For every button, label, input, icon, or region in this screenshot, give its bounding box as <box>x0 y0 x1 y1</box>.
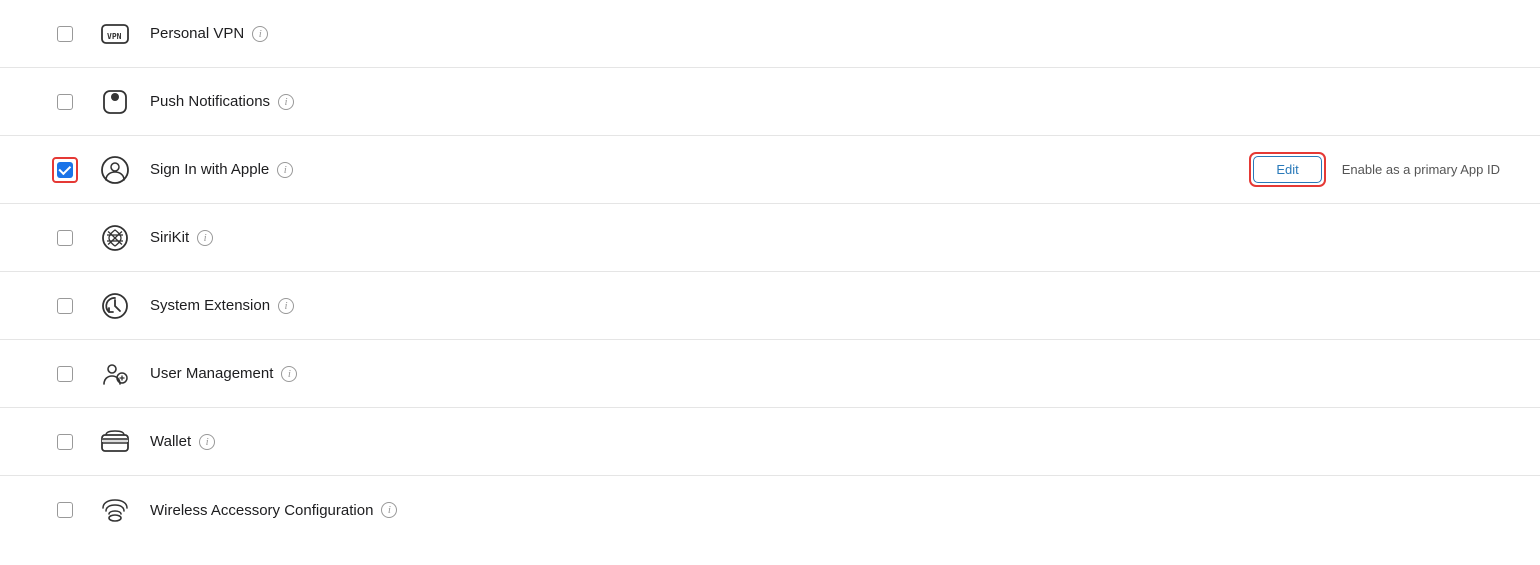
checkbox-cell-personal-vpn[interactable] <box>40 26 90 42</box>
capability-name-wireless-accessory: Wireless Accessory Configuration <box>150 502 373 519</box>
capability-name-user-management: User Management <box>150 365 273 382</box>
capability-row-wallet: Wallet i <box>0 408 1540 476</box>
system-extension-icon <box>99 290 131 322</box>
checkbox-cell-sign-in-apple[interactable] <box>40 157 90 183</box>
info-icon-sign-in-apple[interactable]: i <box>277 162 293 178</box>
capability-name-wallet: Wallet <box>150 433 191 450</box>
capability-list: VPN Personal VPN i Push Notifications i <box>0 0 1540 544</box>
checkbox-cell-system-extension[interactable] <box>40 298 90 314</box>
info-icon-sirikit[interactable]: i <box>197 230 213 246</box>
wireless-accessory-icon <box>99 494 131 526</box>
icon-cell-wireless-accessory <box>90 494 140 526</box>
action-cell-sign-in-apple: Edit Enable as a primary App ID <box>1249 152 1500 187</box>
svg-text:VPN: VPN <box>107 32 122 41</box>
label-system-extension: System Extension i <box>150 297 1500 314</box>
capability-row-system-extension: System Extension i <box>0 272 1540 340</box>
capability-name-push-notifications: Push Notifications <box>150 93 270 110</box>
wallet-icon <box>99 426 131 458</box>
capability-row-wireless-accessory: Wireless Accessory Configuration i <box>0 476 1540 544</box>
checkbox-wallet[interactable] <box>57 434 73 450</box>
user-management-icon <box>99 358 131 390</box>
icon-cell-system-extension <box>90 290 140 322</box>
sign-in-apple-icon <box>99 154 131 186</box>
edit-button-sign-in-apple[interactable]: Edit <box>1253 156 1321 183</box>
checkbox-sirikit[interactable] <box>57 230 73 246</box>
checkbox-cell-wireless-accessory[interactable] <box>40 502 90 518</box>
icon-cell-user-management <box>90 358 140 390</box>
checkbox-user-management[interactable] <box>57 366 73 382</box>
capability-row-sirikit: SiriKit i <box>0 204 1540 272</box>
capability-name-sirikit: SiriKit <box>150 229 189 246</box>
label-user-management: User Management i <box>150 365 1500 382</box>
checkbox-cell-wallet[interactable] <box>40 434 90 450</box>
info-icon-wireless-accessory[interactable]: i <box>381 502 397 518</box>
edit-button-wrapper: Edit <box>1249 152 1325 187</box>
checkbox-personal-vpn[interactable] <box>57 26 73 42</box>
checkbox-wireless-accessory[interactable] <box>57 502 73 518</box>
icon-cell-sign-in-apple <box>90 154 140 186</box>
capability-row-sign-in-apple: Sign In with Apple i Edit Enable as a pr… <box>0 136 1540 204</box>
capability-row-personal-vpn: VPN Personal VPN i <box>0 0 1540 68</box>
push-notifications-icon <box>99 86 131 118</box>
checkbox-cell-push-notifications[interactable] <box>40 94 90 110</box>
checkbox-system-extension[interactable] <box>57 298 73 314</box>
label-wireless-accessory: Wireless Accessory Configuration i <box>150 502 1500 519</box>
checkbox-push-notifications[interactable] <box>57 94 73 110</box>
icon-cell-push-notifications <box>90 86 140 118</box>
info-icon-push-notifications[interactable]: i <box>278 94 294 110</box>
icon-cell-wallet <box>90 426 140 458</box>
label-push-notifications: Push Notifications i <box>150 93 1500 110</box>
label-sirikit: SiriKit i <box>150 229 1500 246</box>
capability-name-sign-in-apple: Sign In with Apple <box>150 161 269 178</box>
label-personal-vpn: Personal VPN i <box>150 25 1500 42</box>
capability-row-push-notifications: Push Notifications i <box>0 68 1540 136</box>
checkbox-cell-sirikit[interactable] <box>40 230 90 246</box>
icon-cell-sirikit <box>90 222 140 254</box>
checkbox-checked-wrapper-sign-in-apple <box>52 157 78 183</box>
info-icon-personal-vpn[interactable]: i <box>252 26 268 42</box>
checkbox-cell-user-management[interactable] <box>40 366 90 382</box>
info-icon-user-management[interactable]: i <box>281 366 297 382</box>
capability-name-system-extension: System Extension <box>150 297 270 314</box>
checkbox-sign-in-apple[interactable] <box>57 162 73 178</box>
action-note-sign-in-apple: Enable as a primary App ID <box>1342 162 1500 177</box>
info-icon-system-extension[interactable]: i <box>278 298 294 314</box>
capability-row-user-management: User Management i <box>0 340 1540 408</box>
vpn-icon: VPN <box>99 18 131 50</box>
icon-cell-personal-vpn: VPN <box>90 18 140 50</box>
label-sign-in-apple: Sign In with Apple i <box>150 161 1249 178</box>
capability-name-personal-vpn: Personal VPN <box>150 25 244 42</box>
label-wallet: Wallet i <box>150 433 1500 450</box>
sirikit-icon <box>99 222 131 254</box>
info-icon-wallet[interactable]: i <box>199 434 215 450</box>
